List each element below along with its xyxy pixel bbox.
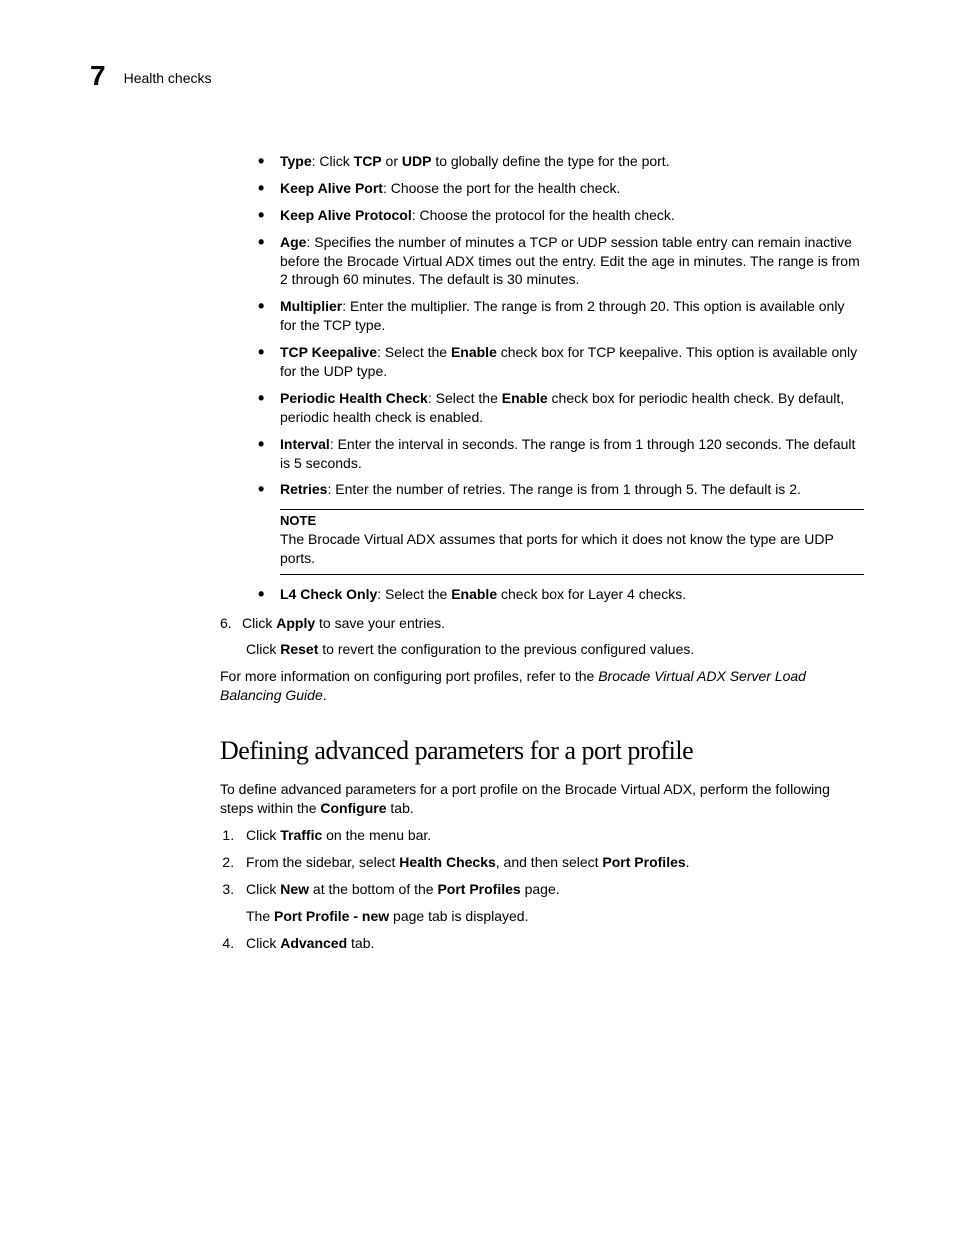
term: New	[280, 881, 309, 897]
text: .	[686, 854, 690, 870]
term: Port Profiles	[602, 854, 685, 870]
term: TCP Keepalive	[280, 344, 377, 360]
steps-list: Click Traffic on the menu bar. From the …	[220, 826, 864, 952]
term: Health Checks	[399, 854, 495, 870]
step-6: 6.Click Apply to save your entries. Clic…	[220, 614, 864, 660]
text: Choose the port for the health check.	[391, 180, 621, 196]
term: Enable	[451, 344, 497, 360]
bullet-type: Type: Click TCP or UDP to globally defin…	[258, 152, 864, 171]
text: check box for Layer 4 checks.	[497, 586, 686, 602]
note-body: The Brocade Virtual ADX assumes that por…	[280, 530, 864, 575]
step-2: From the sidebar, select Health Checks, …	[238, 853, 864, 872]
step-4: Click Advanced tab.	[238, 934, 864, 953]
more-info-paragraph: For more information on configuring port…	[220, 667, 864, 705]
text: : Select the	[377, 344, 451, 360]
text: To define advanced parameters for a port…	[220, 781, 830, 816]
text: Enter the number of retries. The range i…	[335, 481, 801, 497]
chapter-title: Health checks	[124, 70, 212, 86]
text: tab.	[347, 935, 374, 951]
term: Enable	[502, 390, 548, 406]
term: Age	[280, 234, 306, 250]
term: Interval	[280, 436, 330, 452]
bullet-l4-check-only: L4 Check Only: Select the Enable check b…	[258, 585, 864, 604]
text: page.	[521, 881, 560, 897]
text: to globally define the type for the port…	[431, 153, 669, 169]
text: page tab is displayed.	[389, 908, 528, 924]
text: :	[383, 180, 391, 196]
chapter-number: 7	[90, 60, 106, 92]
text: : Click	[312, 153, 354, 169]
term: TCP	[354, 153, 382, 169]
term: Port Profile - new	[274, 908, 389, 924]
term: Reset	[280, 641, 318, 657]
text: Click	[246, 827, 280, 843]
bullet-keep-alive-protocol: Keep Alive Protocol: Choose the protocol…	[258, 206, 864, 225]
text: tab.	[387, 800, 414, 816]
text: :	[412, 207, 420, 223]
text: From the sidebar, select	[246, 854, 399, 870]
text: .	[323, 687, 327, 703]
text: at the bottom of the	[309, 881, 437, 897]
text: : Select the	[428, 390, 502, 406]
step-1: Click Traffic on the menu bar.	[238, 826, 864, 845]
bullet-interval: Interval: Enter the interval in seconds.…	[258, 435, 864, 473]
text: to revert the configuration to the previ…	[318, 641, 694, 657]
term: Enable	[451, 586, 497, 602]
text: :	[342, 298, 350, 314]
text: Enter the multiplier. The range is from …	[280, 298, 844, 333]
text: Click	[246, 935, 280, 951]
text: Specifies the number of minutes a TCP or…	[280, 234, 860, 288]
text: Click	[246, 881, 280, 897]
main-content: Type: Click TCP or UDP to globally defin…	[220, 152, 864, 952]
document-page: 7 Health checks Type: Click TCP or UDP t…	[0, 0, 954, 1022]
term: Periodic Health Check	[280, 390, 428, 406]
term: Keep Alive Port	[280, 180, 383, 196]
term: Port Profiles	[437, 881, 520, 897]
text: : Select the	[377, 586, 451, 602]
text: Click	[246, 641, 280, 657]
text: or	[382, 153, 402, 169]
term: Multiplier	[280, 298, 342, 314]
text: , and then select	[496, 854, 603, 870]
term: Apply	[276, 615, 315, 631]
bullet-retries: Retries: Enter the number of retries. Th…	[258, 480, 864, 499]
text: Enter the interval in seconds. The range…	[280, 436, 855, 471]
note-label: NOTE	[280, 509, 864, 530]
page-header: 7 Health checks	[90, 60, 864, 92]
term: Configure	[320, 800, 386, 816]
step-3-sub: The Port Profile - new page tab is displ…	[246, 907, 864, 926]
text: on the menu bar.	[322, 827, 431, 843]
bullet-keep-alive-port: Keep Alive Port: Choose the port for the…	[258, 179, 864, 198]
term: Advanced	[280, 935, 347, 951]
term: Traffic	[280, 827, 322, 843]
bullet-list-after-note: L4 Check Only: Select the Enable check b…	[258, 585, 864, 604]
step-number: 6.	[220, 614, 242, 633]
bullet-tcp-keepalive: TCP Keepalive: Select the Enable check b…	[258, 343, 864, 381]
section-heading: Defining advanced parameters for a port …	[220, 733, 864, 768]
text: Click	[242, 615, 276, 631]
text: For more information on configuring port…	[220, 668, 598, 684]
bullet-age: Age: Specifies the number of minutes a T…	[258, 233, 864, 290]
step-6-sub: Click Reset to revert the configuration …	[246, 640, 864, 659]
text: to save your entries.	[315, 615, 445, 631]
term: L4 Check Only	[280, 586, 377, 602]
section-intro: To define advanced parameters for a port…	[220, 780, 864, 818]
term: Keep Alive Protocol	[280, 207, 412, 223]
text: Choose the protocol for the health check…	[420, 207, 675, 223]
note-block: NOTE The Brocade Virtual ADX assumes tha…	[280, 509, 864, 574]
bullet-periodic-health-check: Periodic Health Check: Select the Enable…	[258, 389, 864, 427]
term: UDP	[402, 153, 432, 169]
text: :	[330, 436, 338, 452]
text: The	[246, 908, 274, 924]
term: Type	[280, 153, 312, 169]
step-3: Click New at the bottom of the Port Prof…	[238, 880, 864, 926]
bullet-multiplier: Multiplier: Enter the multiplier. The ra…	[258, 297, 864, 335]
bullet-list: Type: Click TCP or UDP to globally defin…	[258, 152, 864, 499]
term: Retries	[280, 481, 327, 497]
